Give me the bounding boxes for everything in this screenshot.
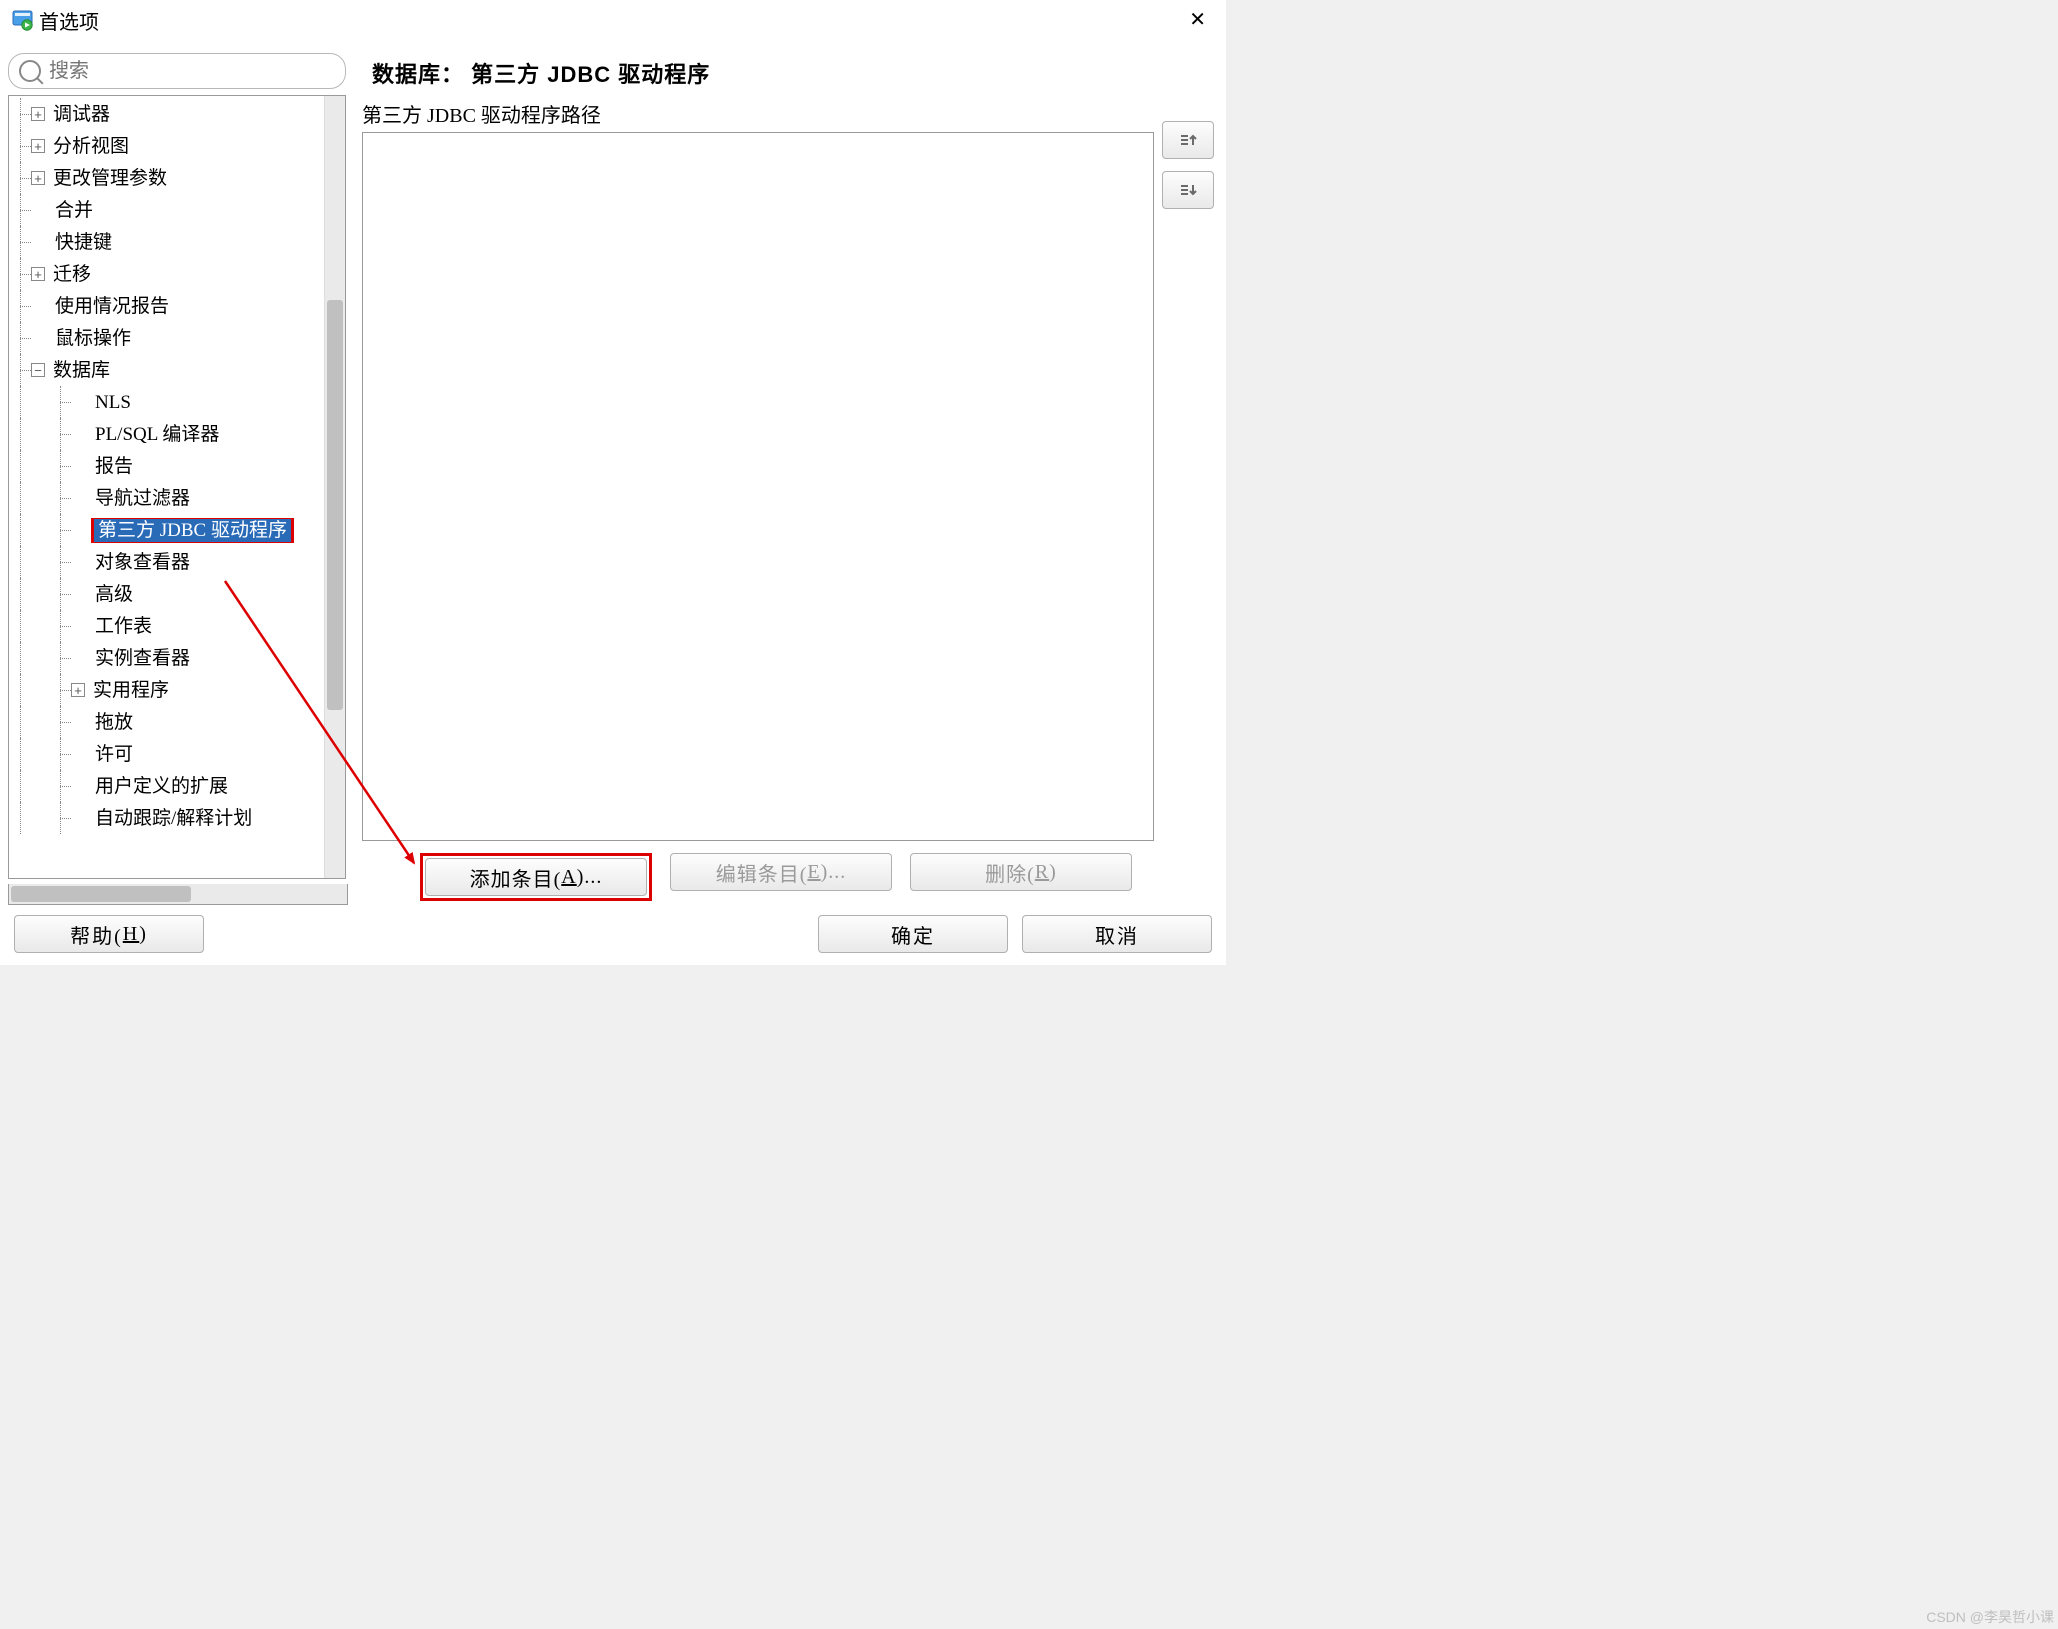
delete-entry-button: 删除(R) [910, 853, 1132, 891]
content-area: +调试器+分析视图+更改管理参数合并快捷键+迁移使用情况报告鼠标操作−数据库NL… [0, 41, 1226, 905]
tree-item[interactable]: + 更改管理参数 [11, 162, 324, 194]
tree-item[interactable]: 用户定义的扩展 [11, 770, 324, 802]
tree-scrollbar-vertical[interactable] [324, 96, 345, 878]
cancel-button[interactable]: 取消 [1022, 915, 1212, 953]
driver-path-label: 第三方 JDBC 驱动程序路径 [362, 99, 1154, 128]
tree-item[interactable]: 许可 [11, 738, 324, 770]
tree-item-label: 合并 [51, 200, 97, 221]
category-tree[interactable]: +调试器+分析视图+更改管理参数合并快捷键+迁移使用情况报告鼠标操作−数据库NL… [9, 96, 324, 878]
tree-item[interactable]: 快捷键 [11, 226, 324, 258]
tree-item-label: 数据库 [49, 360, 114, 381]
edit-entry-button: 编辑条目(E)... [670, 853, 892, 891]
help-button[interactable]: 帮助(H) [14, 915, 204, 953]
tree-item[interactable]: PL/SQL 编译器 [11, 418, 324, 450]
tree-item[interactable]: + 实用程序 [11, 674, 324, 706]
category-tree-wrap: +调试器+分析视图+更改管理参数合并快捷键+迁移使用情况报告鼠标操作−数据库NL… [8, 95, 346, 879]
tree-item-label: 报告 [91, 456, 137, 477]
tree-item-label: 分析视图 [49, 136, 133, 157]
app-icon [12, 10, 33, 31]
tree-item[interactable]: 第三方 JDBC 驱动程序 [11, 514, 324, 546]
tree-item-label: NLS [91, 392, 135, 413]
tree-item-label: 调试器 [49, 104, 114, 125]
tree-item-label: 更改管理参数 [49, 168, 171, 189]
driver-path-list[interactable] [362, 132, 1154, 841]
tree-item-label: 实例查看器 [91, 648, 194, 669]
collapse-icon[interactable]: − [31, 363, 45, 377]
add-entry-highlight: 添加条目(A)... [420, 853, 652, 901]
move-up-icon [1178, 130, 1198, 150]
tree-item[interactable]: 实例查看器 [11, 642, 324, 674]
tree-item[interactable]: 报告 [11, 450, 324, 482]
expand-icon[interactable]: + [31, 267, 45, 281]
tree-item-label: 第三方 JDBC 驱动程序 [94, 519, 291, 542]
tree-item[interactable]: 对象查看器 [11, 546, 324, 578]
tree-item[interactable]: 自动跟踪/解释计划 [11, 802, 324, 834]
expand-icon[interactable]: + [71, 683, 85, 697]
ok-button[interactable]: 确定 [818, 915, 1008, 953]
tree-item[interactable]: + 调试器 [11, 98, 324, 130]
tree-item-label: 迁移 [49, 264, 95, 285]
tree-item[interactable]: 导航过滤器 [11, 482, 324, 514]
tree-item-label: 用户定义的扩展 [91, 776, 232, 797]
tree-item-label: 快捷键 [51, 232, 116, 253]
tree-item[interactable]: −数据库 [11, 354, 324, 386]
expand-icon[interactable]: + [31, 139, 45, 153]
add-entry-button[interactable]: 添加条目(A)... [425, 858, 647, 896]
tree-item-label: PL/SQL 编译器 [91, 424, 223, 445]
tree-item[interactable]: 高级 [11, 578, 324, 610]
tree-item-label: 导航过滤器 [91, 488, 194, 509]
move-down-icon [1178, 180, 1198, 200]
dialog-buttons: 帮助(H) 确定 取消 [0, 905, 1226, 965]
search-input[interactable] [47, 59, 335, 84]
expand-icon[interactable]: + [31, 107, 45, 121]
tree-item-label: 鼠标操作 [51, 328, 135, 349]
watermark: CSDN @李昊哲小课 [1926, 1607, 2054, 1627]
search-box[interactable] [8, 53, 346, 89]
tree-scrollbar-horizontal[interactable] [8, 884, 348, 905]
tree-item[interactable]: 合并 [11, 194, 324, 226]
tree-item-label: 拖放 [91, 712, 137, 733]
right-pane: 数据库： 第三方 JDBC 驱动程序 第三方 JDBC 驱动程序路径 [356, 53, 1218, 905]
close-button[interactable]: ✕ [1181, 6, 1214, 34]
preferences-window: 首选项 ✕ + 调试器 + 分析视图 + 更改管理参数合并快捷键 + 迁移使用情况报告鼠标操作… [0, 0, 1226, 965]
tree-item[interactable]: 拖放 [11, 706, 324, 738]
titlebar: 首选项 ✕ [0, 0, 1226, 41]
tree-item[interactable]: + 迁移 [11, 258, 324, 290]
tree-item[interactable]: 工作表 [11, 610, 324, 642]
entry-buttons: 添加条目(A)... 编辑条目(E)... 删除(R) [362, 841, 1212, 905]
tree-item-label: 使用情况报告 [51, 296, 173, 317]
left-pane: +调试器+分析视图+更改管理参数合并快捷键+迁移使用情况报告鼠标操作−数据库NL… [8, 53, 346, 905]
tree-item-label: 许可 [91, 744, 137, 765]
tree-item[interactable]: 使用情况报告 [11, 290, 324, 322]
tree-item-label: 实用程序 [89, 680, 173, 701]
move-down-button[interactable] [1162, 171, 1214, 209]
tree-item-label: 高级 [91, 584, 137, 605]
tree-item[interactable]: 鼠标操作 [11, 322, 324, 354]
page-title: 数据库： 第三方 JDBC 驱动程序 [362, 53, 1212, 99]
search-icon [19, 60, 41, 82]
window-title: 首选项 [39, 6, 99, 35]
expand-icon[interactable]: + [31, 171, 45, 185]
tree-item-label: 工作表 [91, 616, 156, 637]
tree-item[interactable]: NLS [11, 386, 324, 418]
selected-item-highlight: 第三方 JDBC 驱动程序 [91, 518, 294, 543]
tree-item-label: 对象查看器 [91, 552, 194, 573]
tree-item-label: 自动跟踪/解释计划 [91, 808, 256, 829]
move-up-button[interactable] [1162, 121, 1214, 159]
tree-item[interactable]: + 分析视图 [11, 130, 324, 162]
